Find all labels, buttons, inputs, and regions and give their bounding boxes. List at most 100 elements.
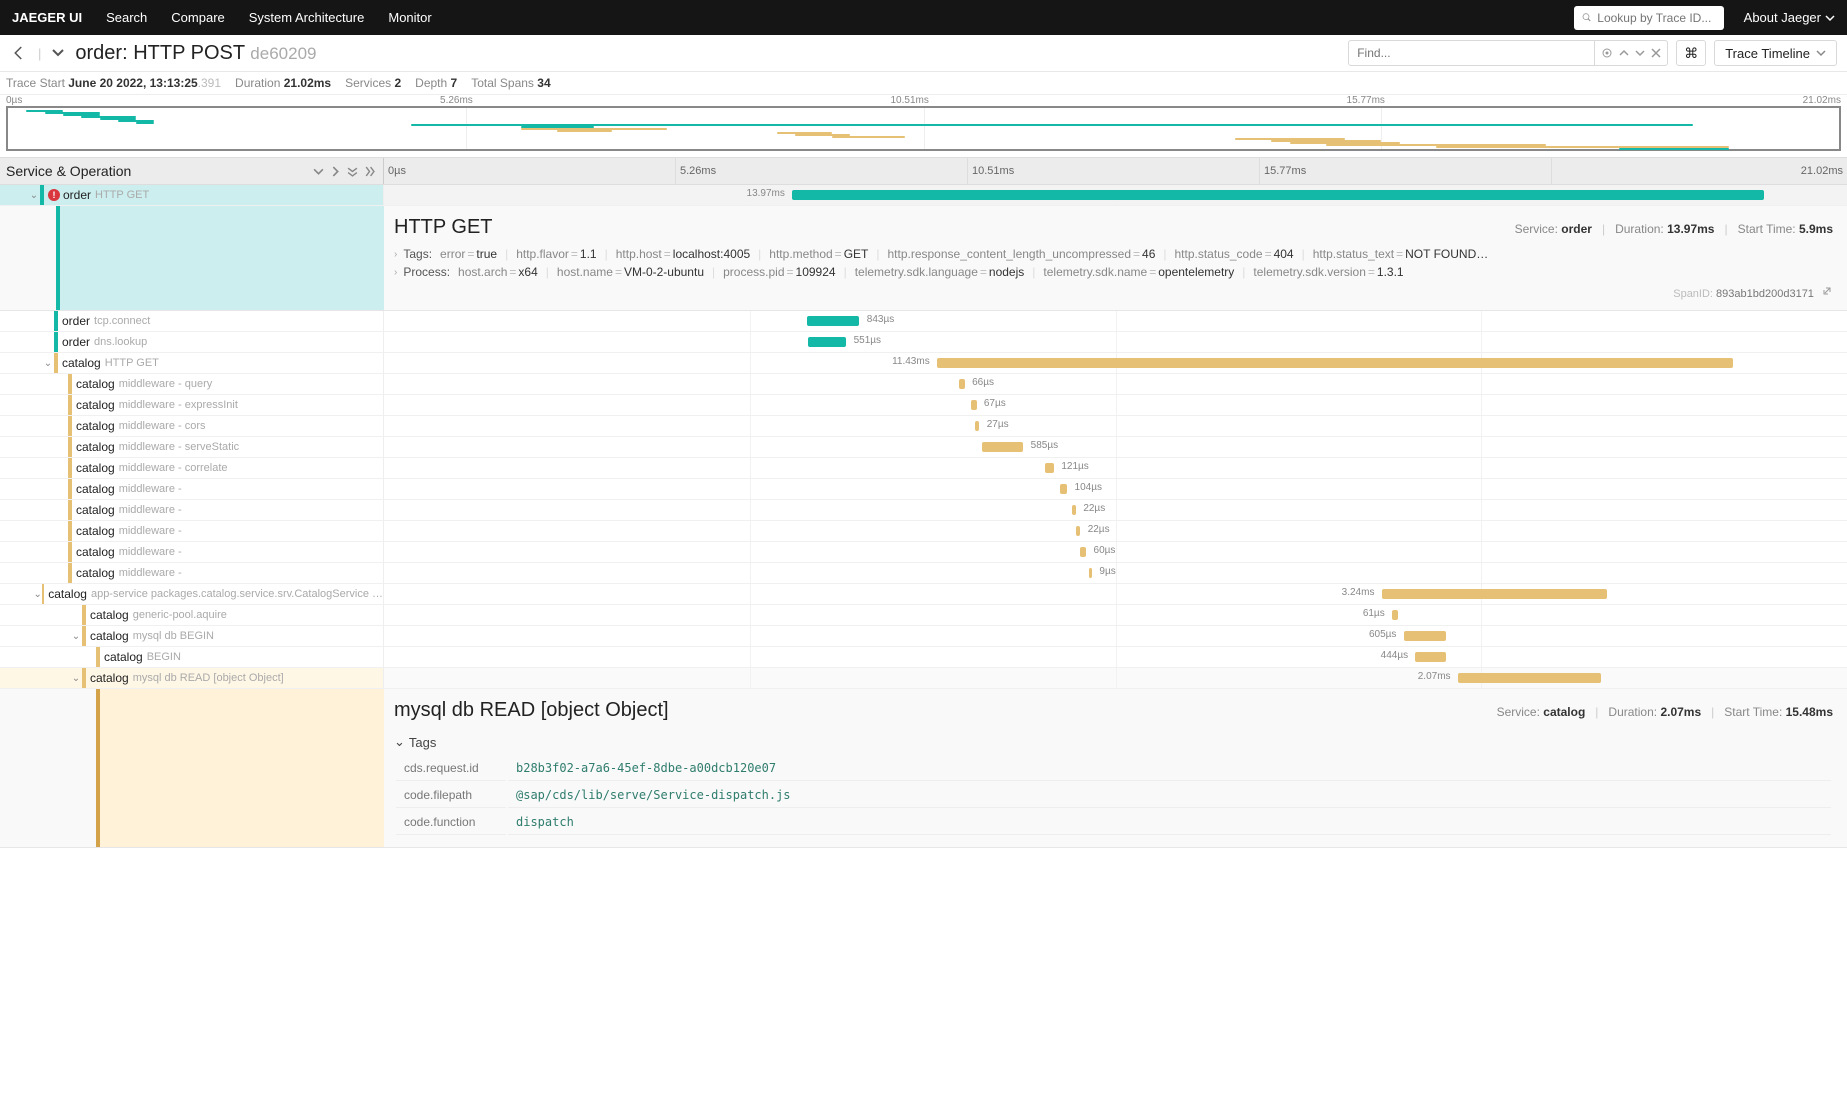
span-name-cell[interactable]: ⌄ ! order HTTP GET — [0, 185, 384, 205]
span-bar-cell[interactable]: 843µs — [384, 311, 1847, 331]
span-bar-cell[interactable]: 22µs — [384, 500, 1847, 520]
back-arrow-icon[interactable] — [10, 44, 28, 62]
tag-row[interactable]: code.functiondispatch — [396, 810, 1831, 835]
span-name-cell[interactable]: order tcp.connect — [0, 311, 384, 331]
close-icon[interactable] — [1651, 48, 1661, 58]
span-name-cell[interactable]: catalog middleware - serveStatic — [0, 437, 384, 457]
span-name-cell[interactable]: ⌄ catalog mysql db READ [object Object] — [0, 668, 384, 688]
tag-row[interactable]: cds.request.idb28b3f02-a7a6-45ef-8dbe-a0… — [396, 756, 1831, 781]
span-bar-cell[interactable]: 61µs — [384, 605, 1847, 625]
span-row[interactable]: catalog middleware - 104µs — [0, 479, 1847, 500]
chevron-down-icon[interactable] — [1635, 48, 1645, 58]
process-row[interactable]: ›Process:host.arch=x64|host.name=VM-0-2-… — [394, 265, 1833, 279]
nav-compare[interactable]: Compare — [171, 10, 224, 25]
link-icon[interactable] — [1821, 285, 1833, 297]
keyboard-shortcut-button[interactable]: ⌘ — [1676, 40, 1706, 66]
span-name-cell[interactable]: catalog BEGIN — [0, 647, 384, 667]
operation-name: middleware - — [119, 567, 182, 579]
span-bar-cell[interactable]: 3.24ms — [384, 584, 1847, 604]
span-row[interactable]: ⌄ catalog mysql db BEGIN 605µs — [0, 626, 1847, 647]
span-row[interactable]: order dns.lookup 551µs — [0, 332, 1847, 353]
view-selector[interactable]: Trace Timeline — [1714, 40, 1837, 66]
span-name-cell[interactable]: catalog middleware - — [0, 542, 384, 562]
find-box[interactable] — [1348, 40, 1668, 66]
double-chevron-right-icon[interactable] — [364, 166, 375, 177]
span-name-cell[interactable]: catalog middleware - — [0, 521, 384, 541]
span-bar-cell[interactable]: 551µs — [384, 332, 1847, 352]
chevron-down-icon[interactable] — [51, 46, 65, 60]
span-bar-cell[interactable]: 11.43ms — [384, 353, 1847, 373]
span-row[interactable]: ⌄ catalog HTTP GET 11.43ms — [0, 353, 1847, 374]
toggle-icon[interactable]: ⌄ — [28, 190, 40, 201]
operation-name: tcp.connect — [94, 315, 150, 327]
chevron-right-icon[interactable] — [330, 166, 341, 177]
about-menu[interactable]: About Jaeger — [1744, 10, 1835, 25]
span-row[interactable]: ⌄ catalog mysql db READ [object Object] … — [0, 668, 1847, 689]
span-bar-cell[interactable]: 60µs — [384, 542, 1847, 562]
nav-monitor[interactable]: Monitor — [388, 10, 431, 25]
span-bar-cell[interactable]: 22µs — [384, 521, 1847, 541]
nav-right: About Jaeger — [1574, 6, 1835, 30]
span-row[interactable]: catalog BEGIN 444µs — [0, 647, 1847, 668]
span-name-cell[interactable]: ⌄ catalog mysql db BEGIN — [0, 626, 384, 646]
span-name-cell[interactable]: order dns.lookup — [0, 332, 384, 352]
nav-architecture[interactable]: System Architecture — [249, 10, 365, 25]
span-bar-cell[interactable]: 585µs — [384, 437, 1847, 457]
span-row[interactable]: catalog middleware - 9µs — [0, 563, 1847, 584]
toggle-icon[interactable]: ⌄ — [70, 673, 82, 684]
service-name: catalog — [76, 482, 115, 496]
operation-name: app-service packages.catalog.service.srv… — [91, 588, 383, 600]
span-row[interactable]: catalog middleware - correlate 121µs — [0, 458, 1847, 479]
span-name-cell[interactable]: catalog middleware - — [0, 563, 384, 583]
span-row[interactable]: ⌄ ! order HTTP GET 13.97ms — [0, 185, 1847, 206]
span-bar-cell[interactable]: 121µs — [384, 458, 1847, 478]
target-icon[interactable] — [1601, 47, 1613, 59]
span-row[interactable]: catalog generic-pool.aquire 61µs — [0, 605, 1847, 626]
span-bar-cell[interactable]: 13.97ms — [384, 185, 1847, 205]
span-bar-cell[interactable]: 66µs — [384, 374, 1847, 394]
span-name-cell[interactable]: catalog middleware - — [0, 479, 384, 499]
span-row[interactable]: catalog middleware - serveStatic 585µs — [0, 437, 1847, 458]
nav-search[interactable]: Search — [106, 10, 147, 25]
tags-row[interactable]: ›Tags:error=true|http.flavor=1.1|http.ho… — [394, 247, 1833, 261]
minimap[interactable]: 0µs5.26ms10.51ms15.77ms21.02ms — [0, 95, 1847, 151]
span-name-cell[interactable]: catalog middleware - expressInit — [0, 395, 384, 415]
span-row[interactable]: catalog middleware - 22µs — [0, 521, 1847, 542]
span-row[interactable]: catalog middleware - cors 27µs — [0, 416, 1847, 437]
brand[interactable]: JAEGER UI — [12, 10, 82, 25]
span-name-cell[interactable]: ⌄ catalog HTTP GET — [0, 353, 384, 373]
chevron-up-icon[interactable] — [1619, 48, 1629, 58]
span-bar-cell[interactable]: 67µs — [384, 395, 1847, 415]
span-row[interactable]: catalog middleware - 22µs — [0, 500, 1847, 521]
duration-label: 11.43ms — [892, 356, 930, 367]
span-name-cell[interactable]: catalog middleware - query — [0, 374, 384, 394]
span-row[interactable]: catalog middleware - expressInit 67µs — [0, 395, 1847, 416]
chevron-down-icon[interactable] — [313, 166, 324, 177]
span-bar-cell[interactable]: 104µs — [384, 479, 1847, 499]
toggle-icon[interactable]: ⌄ — [42, 358, 54, 369]
span-row[interactable]: order tcp.connect 843µs — [0, 311, 1847, 332]
span-bar-cell[interactable]: 9µs — [384, 563, 1847, 583]
span-name-cell[interactable]: catalog middleware - — [0, 500, 384, 520]
service-name: catalog — [62, 356, 101, 370]
span-row[interactable]: catalog middleware - 60µs — [0, 542, 1847, 563]
span-name-cell[interactable]: catalog middleware - cors — [0, 416, 384, 436]
span-bar-cell[interactable]: 605µs — [384, 626, 1847, 646]
span-name-cell[interactable]: catalog middleware - correlate — [0, 458, 384, 478]
span-name-cell[interactable]: ⌄ catalog app-service packages.catalog.s… — [0, 584, 384, 604]
span-bar-cell[interactable]: 444µs — [384, 647, 1847, 667]
tags-heading[interactable]: ⌄Tags — [394, 730, 1833, 754]
toggle-icon[interactable]: ⌄ — [70, 631, 82, 642]
span-bar-cell[interactable]: 2.07ms — [384, 668, 1847, 688]
lookup-trace[interactable] — [1574, 6, 1724, 30]
span-name-cell[interactable]: catalog generic-pool.aquire — [0, 605, 384, 625]
tag-row[interactable]: code.filepath@sap/cds/lib/serve/Service-… — [396, 783, 1831, 808]
toggle-icon[interactable]: ⌄ — [33, 589, 41, 600]
double-chevron-down-icon[interactable] — [347, 166, 358, 177]
find-input[interactable] — [1349, 46, 1594, 60]
service-name: catalog — [90, 629, 129, 643]
span-row[interactable]: ⌄ catalog app-service packages.catalog.s… — [0, 584, 1847, 605]
span-bar-cell[interactable]: 27µs — [384, 416, 1847, 436]
lookup-input[interactable] — [1597, 11, 1715, 25]
span-row[interactable]: catalog middleware - query 66µs — [0, 374, 1847, 395]
